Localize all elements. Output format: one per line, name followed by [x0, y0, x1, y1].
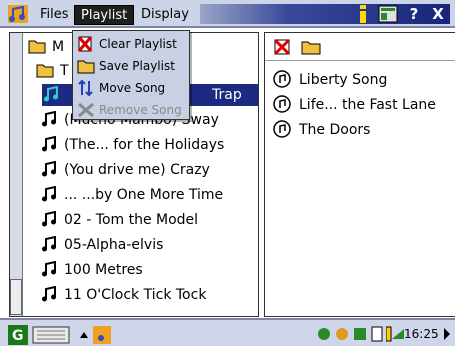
music-note-icon: [42, 236, 56, 252]
music-note-icon: [42, 161, 56, 177]
clear-playlist-icon: [77, 36, 93, 52]
svg-text:G: G: [12, 328, 24, 344]
tree-song-item[interactable]: ... ...by One More Time: [40, 184, 223, 206]
menu-bar: Files Playlist Display ? X: [0, 0, 455, 28]
start-icon[interactable]: G: [8, 325, 28, 345]
save-folder-icon: [77, 60, 95, 74]
menu-files[interactable]: Files: [34, 5, 75, 25]
menu-item-label: Save Playlist: [99, 59, 175, 73]
music-note-icon: [42, 286, 56, 302]
song-label: (You drive me) Crazy: [64, 162, 210, 178]
playlist-item[interactable]: Liberty Song: [273, 69, 387, 91]
playlist-item[interactable]: Life... the Fast Lane: [273, 94, 436, 116]
keyboard-icon[interactable]: [32, 325, 70, 345]
tree-song-item[interactable]: 100 Metres: [40, 259, 143, 281]
help-button[interactable]: ?: [404, 5, 424, 23]
info-icon[interactable]: [357, 5, 369, 23]
menu-display[interactable]: Display: [135, 5, 195, 25]
folder-open-icon: [28, 40, 46, 54]
song-label: 11 O'Clock Tick Tock: [64, 287, 207, 303]
tree-song-item[interactable]: (You drive me) Crazy: [40, 159, 210, 181]
volume-icon[interactable]: [392, 325, 404, 343]
tree-folder[interactable]: M: [28, 36, 64, 58]
music-app-icon[interactable]: [92, 325, 112, 345]
menu-item-remove-song: Remove Song: [73, 99, 189, 121]
scrollbar-arrows[interactable]: [10, 279, 22, 315]
music-cd-icon: [273, 95, 291, 113]
playlist-toolbar: [265, 33, 455, 61]
taskbar-expand-icon[interactable]: [442, 327, 452, 341]
music-note-icon: [42, 186, 56, 202]
selected-song-label: Trap: [212, 87, 242, 103]
music-cd-icon: [273, 70, 291, 88]
tree-song-item[interactable]: (The... for the Holidays: [40, 134, 224, 156]
tree-folder-label: M: [52, 39, 65, 55]
folder-open-icon: [36, 64, 54, 78]
playlist-menu-dropdown: Clear Playlist Save Playlist Move Song R…: [72, 30, 190, 120]
playlist-item-label: Liberty Song: [299, 72, 388, 88]
menu-item-save-playlist[interactable]: Save Playlist: [73, 55, 189, 77]
open-folder-icon[interactable]: [301, 38, 323, 56]
window-icon[interactable]: [378, 5, 398, 23]
up-arrow-icon[interactable]: [78, 325, 90, 345]
network-icon[interactable]: [316, 325, 332, 343]
song-label: 05-Alpha-elvis: [64, 237, 164, 253]
clipboard-icon[interactable]: [370, 325, 384, 343]
sync-icon[interactable]: [334, 325, 350, 343]
music-note-icon: [44, 86, 58, 102]
taskbar: G 16:25: [0, 318, 455, 346]
tree-folder[interactable]: T: [36, 60, 69, 82]
menu-item-clear-playlist[interactable]: Clear Playlist: [73, 33, 189, 55]
menu-item-label: Remove Song: [99, 103, 182, 117]
move-arrows-icon: [78, 80, 93, 96]
bluetooth-icon[interactable]: [352, 325, 368, 343]
clear-playlist-icon[interactable]: [273, 38, 293, 56]
playlist-item[interactable]: The Doors: [273, 119, 370, 141]
remove-song-icon: [78, 102, 94, 118]
tree-folder-label: T: [60, 63, 69, 79]
menu-item-move-song[interactable]: Move Song: [73, 77, 189, 99]
tree-song-item[interactable]: 11 O'Clock Tick Tock: [40, 284, 206, 306]
app-music-icon[interactable]: [8, 5, 28, 23]
clock: 16:25: [404, 327, 439, 341]
menu-playlist[interactable]: Playlist: [74, 5, 135, 25]
playlist-item-label: The Doors: [299, 122, 371, 138]
music-note-icon: [42, 211, 56, 227]
song-label: 02 - Tom the Model: [64, 212, 199, 228]
tree-song-item[interactable]: 05-Alpha-elvis: [40, 234, 163, 256]
tree-song-item[interactable]: 02 - Tom the Model: [40, 209, 198, 231]
music-note-icon: [42, 111, 56, 127]
menu-item-label: Clear Playlist: [99, 37, 177, 51]
close-button[interactable]: X: [428, 5, 448, 23]
playlist-item-label: Life... the Fast Lane: [299, 97, 436, 113]
music-note-icon: [42, 261, 56, 277]
song-label: 100 Metres: [64, 262, 143, 278]
song-label: (The... for the Holidays: [64, 137, 225, 153]
playlist-panel: Liberty Song Life... the Fast Lane The Doo…: [264, 32, 455, 317]
music-cd-icon: [273, 120, 291, 138]
menu-item-label: Move Song: [99, 81, 166, 95]
left-scrollbar[interactable]: [10, 33, 23, 316]
song-label: ... ...by One More Time: [64, 187, 224, 203]
music-note-icon: [42, 136, 56, 152]
